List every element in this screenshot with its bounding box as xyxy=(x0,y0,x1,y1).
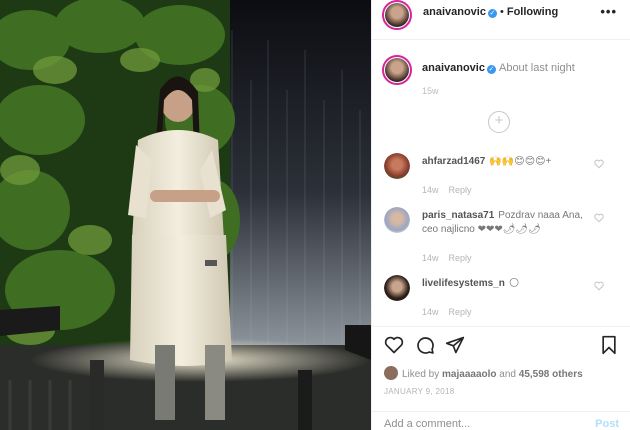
load-more-comments-icon[interactable]: + xyxy=(488,111,510,133)
author-avatar[interactable] xyxy=(382,0,412,30)
comment-item: paris_natasa71 Pozdrav naaa Ana, ceo najl… xyxy=(384,207,624,263)
comment-bubble-icon[interactable] xyxy=(415,335,435,355)
comment-avatar-image xyxy=(384,275,410,301)
comment-username[interactable]: livelifesystems_n xyxy=(422,278,505,289)
verified-badge-icon: ✓ xyxy=(487,9,497,18)
comment-avatar[interactable] xyxy=(384,275,410,301)
post-side-panel: anaivanovic ✓ • Following ••• anaivanovic ✓ A… xyxy=(371,0,630,430)
caption-avatar[interactable] xyxy=(382,55,412,85)
comment-line: paris_natasa71 Pozdrav naaa Ana, xyxy=(422,210,583,221)
comment-meta: 14w Reply xyxy=(422,253,482,263)
liked-by-joiner: and xyxy=(499,369,516,380)
more-options-icon[interactable]: ••• xyxy=(600,4,617,19)
caption-text-line: anaivanovic ✓ About last night xyxy=(422,62,575,74)
share-send-icon[interactable] xyxy=(445,335,465,355)
comment-username[interactable]: ahfarzad1467 xyxy=(422,156,485,167)
comment-time[interactable]: 14w xyxy=(422,185,439,195)
like-comment-heart-icon[interactable] xyxy=(594,159,604,169)
header-line: anaivanovic ✓ • Following xyxy=(423,6,558,18)
reply-button[interactable]: Reply xyxy=(449,185,472,195)
author-username[interactable]: anaivanovic xyxy=(423,6,486,18)
comment-text: 🙌🙌😊😊😊+ xyxy=(489,156,552,167)
save-bookmark-icon[interactable] xyxy=(600,335,618,355)
caption-text: About last night xyxy=(498,62,575,74)
comment-avatar-image xyxy=(384,153,410,179)
comment-item: livelifesystems_n 🌕 14w Reply xyxy=(384,275,624,326)
comment-line: ahfarzad1467 🙌🙌😊😊😊+ xyxy=(422,156,551,167)
following-button[interactable]: Following xyxy=(507,6,558,18)
post-header: anaivanovic ✓ • Following ••• xyxy=(372,0,630,40)
like-comment-heart-icon[interactable] xyxy=(594,213,604,223)
comment-avatar[interactable] xyxy=(384,153,410,179)
post-photo[interactable] xyxy=(0,0,371,430)
like-comment-heart-icon[interactable] xyxy=(594,281,604,291)
comment-username[interactable]: paris_natasa71 xyxy=(422,210,494,221)
comment-meta: 14w Reply xyxy=(422,307,482,317)
caption-timestamp[interactable]: 15w xyxy=(422,86,439,96)
add-comment-input[interactable]: Add a comment... xyxy=(384,418,470,430)
comment-meta: 14w Reply xyxy=(422,185,482,195)
like-heart-icon[interactable] xyxy=(384,335,404,355)
comment-line-2: ceo najlicno ❤❤❤🌶🌶🌶 xyxy=(422,224,541,235)
comment-item: ahfarzad1467 🙌🙌😊😊😊+ 14w Reply xyxy=(384,153,624,205)
comment-text: 🌕 xyxy=(508,278,520,289)
liker-avatar xyxy=(384,366,398,380)
liked-by-prefix: Liked by xyxy=(402,369,440,380)
liked-count[interactable]: 45,598 others xyxy=(519,369,583,380)
separator-dot: • xyxy=(499,6,504,18)
caption-username[interactable]: anaivanovic xyxy=(422,62,485,74)
post-actions: Liked by majaaaaolo and 45,598 others JA… xyxy=(372,326,630,430)
liked-by-line[interactable]: Liked by majaaaaolo and 45,598 others xyxy=(384,366,583,380)
comments-section[interactable]: anaivanovic ✓ About last night 15w + ahfar… xyxy=(372,41,630,326)
reply-button[interactable]: Reply xyxy=(449,307,472,317)
post-comment-button[interactable]: Post xyxy=(595,418,619,430)
post-date[interactable]: JANUARY 9, 2018 xyxy=(384,387,454,396)
photo-illustration xyxy=(0,0,371,430)
reply-button[interactable]: Reply xyxy=(449,253,472,263)
verified-badge-icon: ✓ xyxy=(486,65,496,74)
add-comment-bar: Add a comment... Post xyxy=(372,411,630,430)
liked-by-user[interactable]: majaaaaolo xyxy=(442,369,496,380)
comment-time[interactable]: 14w xyxy=(422,307,439,317)
comment-avatar[interactable] xyxy=(384,207,410,233)
comment-text: Pozdrav naaa Ana, xyxy=(498,210,583,221)
comment-avatar-image xyxy=(384,207,410,233)
comment-line: livelifesystems_n 🌕 xyxy=(422,278,519,289)
comment-time[interactable]: 14w xyxy=(422,253,439,263)
